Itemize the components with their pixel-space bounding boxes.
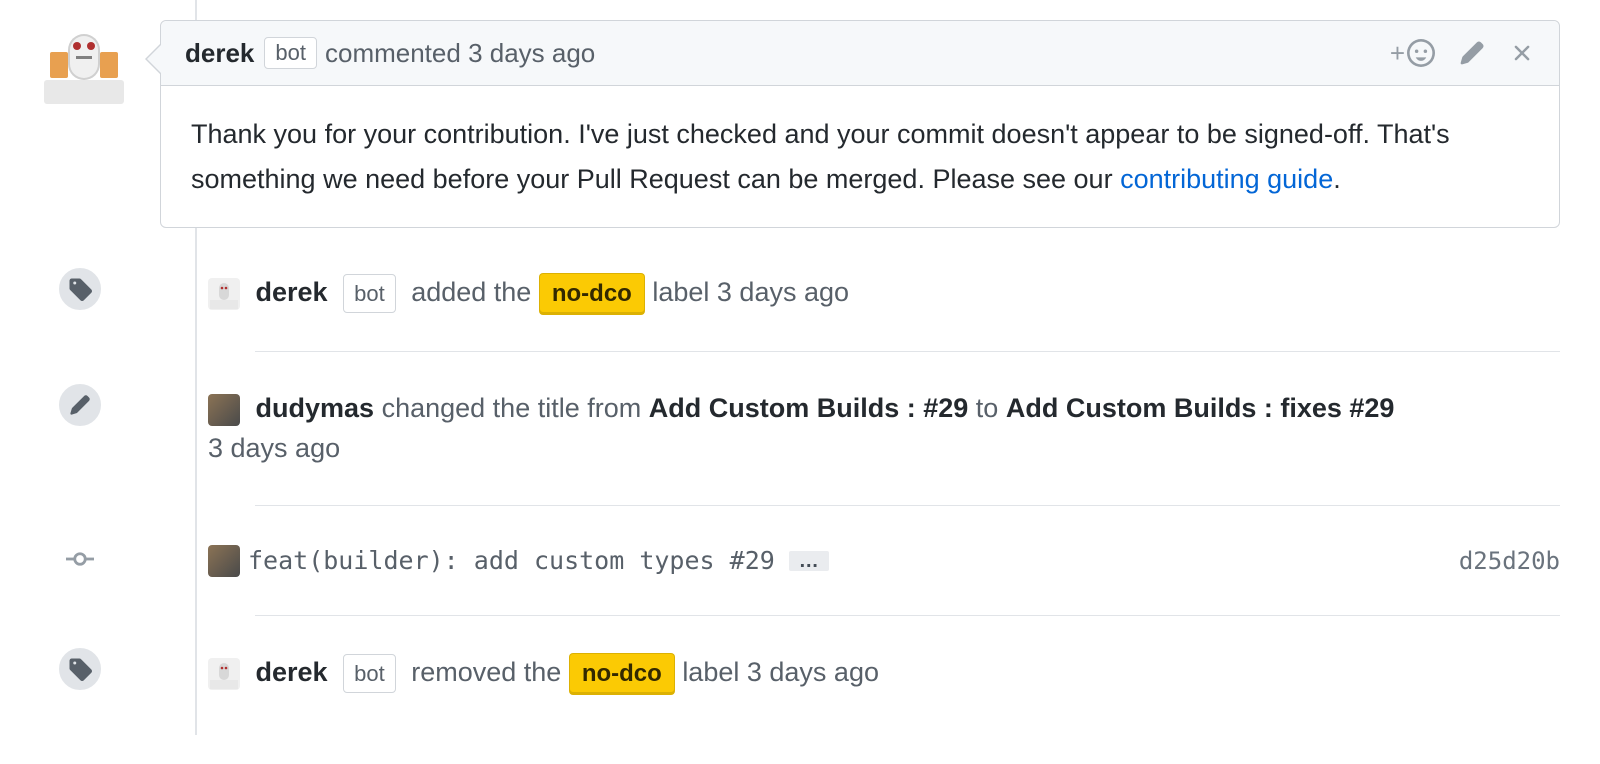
- comment-timestamp[interactable]: 3 days ago: [468, 38, 595, 69]
- timeline-event-title-change: dudymas changed the title from Add Custo…: [80, 388, 1560, 469]
- bot-badge: bot: [343, 654, 396, 693]
- close-comment-button[interactable]: [1509, 40, 1535, 66]
- event-action-text: changed the title from: [382, 393, 642, 423]
- divider: [255, 505, 1560, 506]
- divider: [255, 615, 1560, 616]
- timeline-event-label-added: derek bot added the no-dco label 3 days …: [80, 272, 1560, 315]
- pencil-icon: [57, 382, 103, 428]
- contributing-guide-link[interactable]: contributing guide: [1120, 164, 1333, 194]
- commit-icon: [57, 536, 103, 582]
- avatar-derek-bot[interactable]: [40, 20, 128, 108]
- mini-avatar-derek[interactable]: [208, 278, 240, 310]
- mini-avatar-dudymas[interactable]: [208, 545, 240, 577]
- event-timestamp[interactable]: 3 days ago: [747, 657, 879, 687]
- event-timestamp[interactable]: 3 days ago: [717, 277, 849, 307]
- divider: [255, 351, 1560, 352]
- label-no-dco[interactable]: no-dco: [539, 273, 645, 315]
- timeline-event-commit: feat(builder): add custom types #29 … d2…: [80, 542, 1560, 580]
- event-timestamp[interactable]: 3 days ago: [208, 433, 340, 463]
- comment-box: derek bot commented 3 days ago +: [160, 20, 1560, 228]
- comment-block: derek bot commented 3 days ago +: [40, 20, 1560, 228]
- commit-sha-link[interactable]: d25d20b: [1459, 543, 1560, 579]
- event-author-link[interactable]: derek: [256, 657, 328, 687]
- add-reaction-button[interactable]: +: [1390, 38, 1435, 69]
- mini-avatar-derek[interactable]: [208, 658, 240, 690]
- tag-icon: [57, 646, 103, 692]
- event-action-text: added the: [411, 277, 531, 307]
- new-title: Add Custom Builds : fixes #29: [1006, 393, 1395, 423]
- event-author-link[interactable]: dudymas: [256, 393, 375, 423]
- comment-arrow: [145, 43, 161, 75]
- event-action-text: removed the: [411, 657, 561, 687]
- label-no-dco[interactable]: no-dco: [569, 653, 675, 695]
- comment-author-link[interactable]: derek: [185, 38, 254, 69]
- comment-body: Thank you for your contribution. I've ju…: [161, 86, 1559, 227]
- timeline-event-label-removed: derek bot removed the no-dco label 3 day…: [80, 652, 1560, 695]
- event-suffix-text: label: [682, 657, 739, 687]
- event-suffix-text: label: [652, 277, 709, 307]
- to-word: to: [976, 393, 999, 423]
- bot-badge: bot: [264, 37, 317, 69]
- edit-comment-button[interactable]: [1459, 40, 1485, 66]
- mini-avatar-dudymas[interactable]: [208, 394, 240, 426]
- tag-icon: [57, 266, 103, 312]
- event-author-link[interactable]: derek: [256, 277, 328, 307]
- commit-message-link[interactable]: feat(builder): add custom types #29: [248, 542, 775, 580]
- comment-body-suffix: .: [1333, 164, 1341, 194]
- old-title: Add Custom Builds : #29: [649, 393, 969, 423]
- bot-badge: bot: [343, 274, 396, 313]
- commit-expand-button[interactable]: …: [789, 551, 829, 571]
- comment-header: derek bot commented 3 days ago +: [161, 21, 1559, 86]
- comment-action-text: commented: [325, 38, 461, 69]
